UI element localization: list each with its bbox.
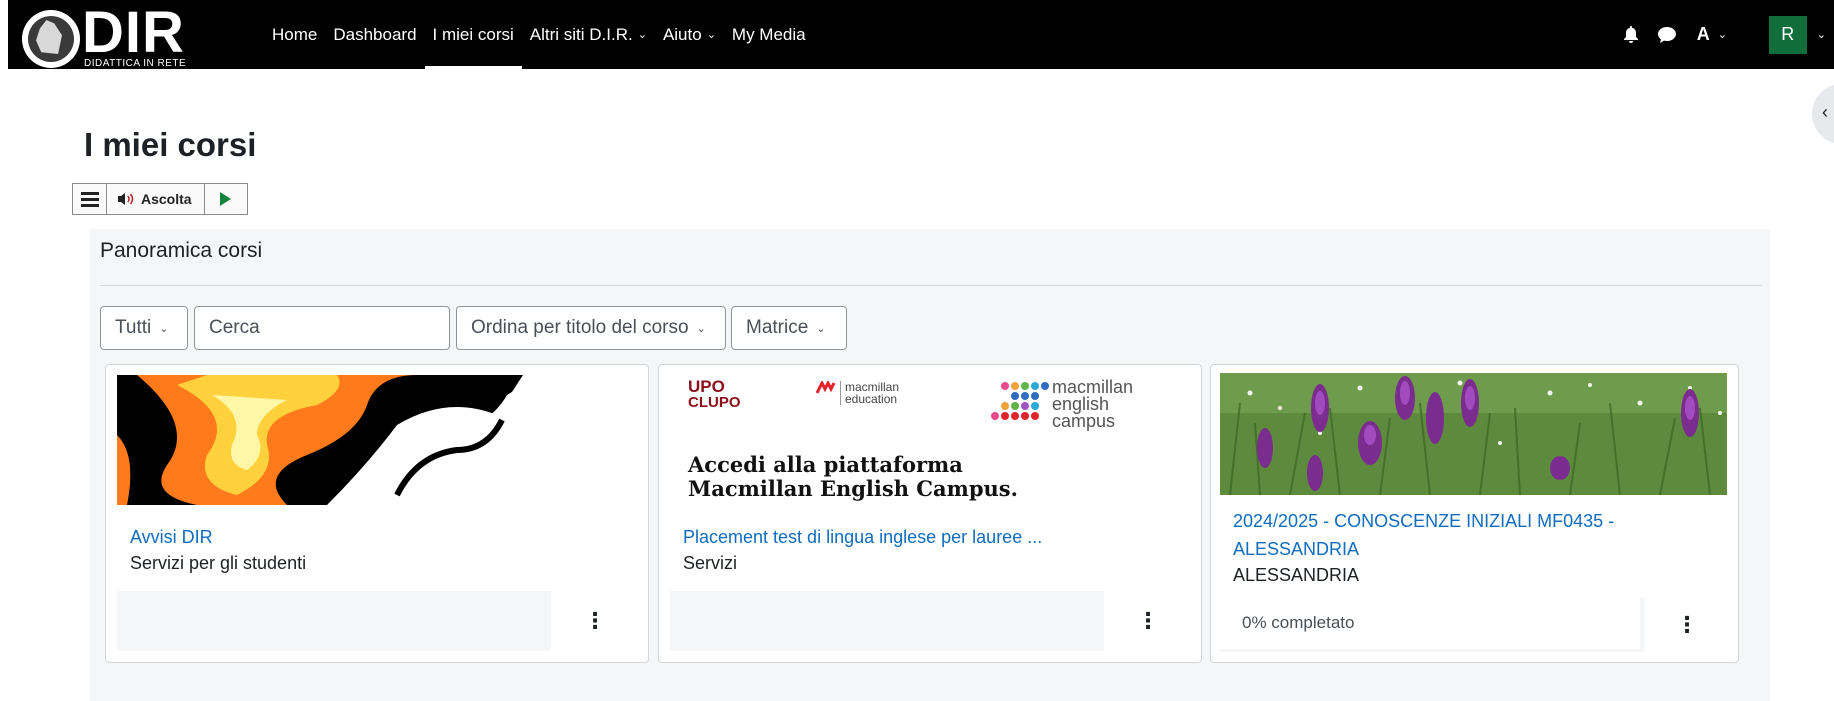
language-menu[interactable]: A ⌄ [1697, 24, 1747, 45]
user-navigation: A ⌄ R ⌄ [1613, 0, 1834, 69]
readspeaker-toolbar: Ascolta [72, 183, 248, 215]
banner-headline-line2: Macmillan English Campus. [688, 476, 1018, 501]
sort-dropdown[interactable]: Ordina per titolo del corso ⌄ [456, 306, 726, 350]
sort-label: Ordina per titolo del corso [471, 317, 689, 338]
mac-edu-line2: education [845, 392, 898, 406]
course-link[interactable]: 2024/2025 - CONOSCENZE INIZIALI MF0435 -… [1233, 507, 1614, 563]
chevron-down-icon: ⌄ [696, 322, 706, 335]
avatar[interactable]: R [1768, 15, 1807, 54]
nav-my-media[interactable]: My Media [724, 0, 814, 69]
chevron-down-icon: ⌄ [637, 29, 647, 41]
nav-my-courses-label: I miei corsi [432, 24, 514, 44]
listen-button[interactable]: Ascolta [107, 184, 205, 214]
search-input[interactable]: Cerca [194, 306, 450, 350]
course-category: ALESSANDRIA [1233, 565, 1360, 585]
course-category: Servizi per gli studenti [130, 553, 307, 573]
divider [100, 285, 1762, 286]
banner-headline: Accedi alla piattaforma Macmillan Englis… [688, 453, 1018, 501]
course-link[interactable]: Placement test di lingua inglese per lau… [683, 523, 1042, 551]
view-label: Matrice [746, 317, 809, 338]
progress-text: 0% completato [1220, 597, 1640, 649]
primary-navigation: Home Dashboard I miei corsi Altri siti D… [264, 0, 814, 69]
nav-other-sites-label: Altri siti D.I.R. [529, 24, 633, 44]
course-overview-block: Panoramica corsi Tutti ⌄ Cerca Ordina per… [90, 229, 1770, 701]
logo-subtitle: DIDATTICA IN RETE [84, 58, 187, 69]
nav-dashboard-label: Dashboard [333, 24, 417, 44]
more-actions-icon[interactable]: ⋮ [551, 591, 639, 651]
card-footer: ⋮ [670, 591, 1192, 651]
listen-label: Ascolta [141, 191, 192, 207]
course-image-abstract[interactable] [117, 375, 523, 505]
banner-headline-line1: Accedi alla piattaforma [688, 452, 963, 477]
language-label: A [1696, 24, 1710, 44]
bell-icon[interactable] [1613, 0, 1649, 69]
upo-logo-line2: CLUPO [688, 394, 741, 411]
block-title: Panoramica corsi [100, 239, 263, 262]
upo-logo: UPO CLUPO [688, 377, 741, 411]
nav-my-courses[interactable]: I miei corsi [424, 0, 523, 69]
menu-icon[interactable] [73, 184, 107, 214]
more-actions-icon[interactable]: ⋮ [1645, 597, 1729, 652]
course-image-orchids[interactable] [1220, 373, 1727, 503]
logo-text: DIR [82, 0, 185, 65]
course-link[interactable]: Avvisi DIR [130, 523, 213, 551]
chevron-down-icon: ⌄ [159, 322, 169, 335]
nav-help[interactable]: Aiuto ⌄ [655, 0, 724, 69]
search-placeholder: Cerca [209, 317, 260, 338]
course-link-line1: 2024/2025 - CONOSCENZE INIZIALI MF0435 - [1233, 511, 1615, 531]
chevron-left-icon: ‹ [1822, 102, 1828, 122]
macmillan-education-logo: macmillan education [816, 381, 899, 405]
nav-home[interactable]: Home [264, 0, 325, 69]
upo-logo-line1: UPO [688, 377, 725, 396]
course-link-line2: ALESSANDRIA [1233, 539, 1360, 559]
course-card: Avvisi DIR Servizi per gli studenti ⋮ [105, 364, 649, 663]
nav-my-media-label: My Media [731, 24, 806, 44]
top-navbar: DIR DIDATTICA IN RETE Home Dashboard I m… [8, 0, 1834, 69]
course-category: Servizi [683, 553, 738, 573]
more-actions-icon[interactable]: ⋮ [1104, 591, 1192, 651]
course-image-macmillan[interactable]: UPO CLUPO macmillan education macmillan … [670, 375, 1177, 505]
chevron-down-icon: ⌄ [706, 29, 716, 41]
chevron-down-icon[interactable]: ⌄ [1817, 28, 1826, 41]
site-logo[interactable]: DIR DIDATTICA IN RETE [22, 4, 202, 69]
nav-home-label: Home [272, 24, 318, 44]
course-card: UPO CLUPO macmillan education macmillan … [658, 364, 1202, 663]
grouping-filter-dropdown[interactable]: Tutti ⌄ [100, 306, 188, 350]
speaker-icon [117, 192, 135, 206]
card-footer: ⋮ [117, 591, 639, 651]
play-icon[interactable] [205, 184, 247, 214]
drawer-toggle-button[interactable]: ‹ [1812, 84, 1834, 144]
nav-help-label: Aiuto [662, 24, 702, 44]
chevron-down-icon: ⌄ [816, 322, 826, 335]
macmillan-campus-logo: macmillan english campus [990, 378, 1133, 431]
logo-emblem [22, 10, 80, 68]
card-footer: 0% completato ⋮ [1220, 597, 1729, 652]
filter-label: Tutti [115, 317, 152, 338]
chevron-down-icon: ⌄ [1717, 29, 1727, 41]
course-card: 2024/2025 - CONOSCENZE INIZIALI MF0435 -… [1210, 364, 1739, 663]
page-title: I miei corsi [84, 126, 257, 163]
nav-other-sites[interactable]: Altri siti D.I.R. ⌄ [522, 0, 655, 69]
chat-icon[interactable] [1649, 0, 1685, 69]
view-dropdown[interactable]: Matrice ⌄ [731, 306, 847, 350]
campus-line3: campus [1052, 411, 1116, 431]
nav-dashboard[interactable]: Dashboard [325, 0, 424, 69]
